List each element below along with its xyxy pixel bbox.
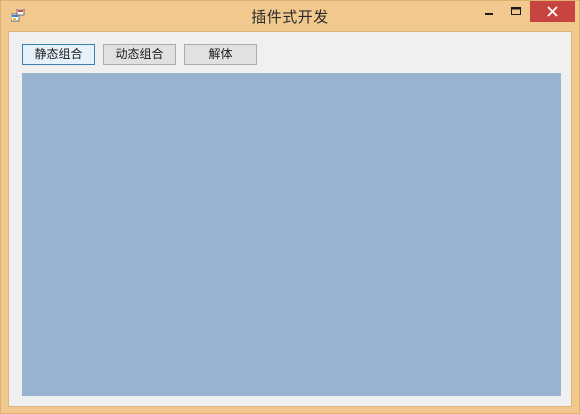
close-button[interactable] (530, 1, 575, 22)
static-compose-button[interactable]: 静态组合 (22, 44, 95, 65)
plugin-panel[interactable] (22, 73, 561, 396)
minimize-button[interactable] (476, 1, 502, 22)
maximize-button[interactable] (502, 1, 529, 22)
close-icon (547, 6, 558, 17)
app-window: 插件式开发 静态组合 动态组合 解体 (0, 0, 580, 414)
dynamic-compose-button[interactable]: 动态组合 (103, 44, 176, 65)
dissolve-button[interactable]: 解体 (184, 44, 257, 65)
minimize-icon (485, 13, 493, 15)
title-bar[interactable]: 插件式开发 (1, 1, 579, 31)
maximize-icon (511, 7, 521, 15)
client-area: 静态组合 动态组合 解体 (8, 31, 572, 407)
